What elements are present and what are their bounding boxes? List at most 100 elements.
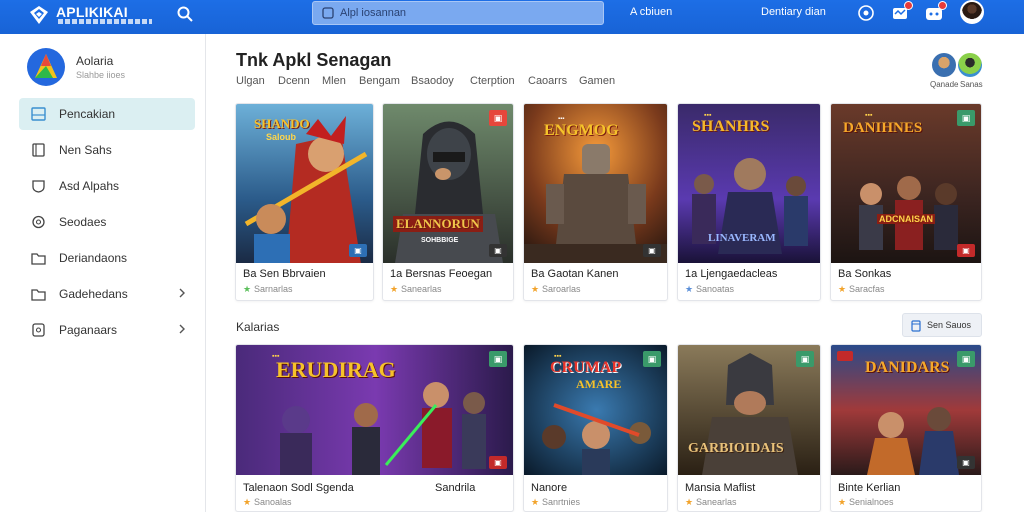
poster-badge-text	[837, 351, 853, 361]
platform-badge: ▣	[643, 351, 661, 367]
game-card[interactable]: DANIDARS ▣ ▣ Binte Kerlian ★ Senialnoes	[830, 344, 982, 512]
star-icon: ★	[685, 497, 694, 507]
gallery-icon	[32, 323, 45, 337]
sidebar-item-paganaars[interactable]: Paganaars	[19, 314, 195, 346]
game-subtitle: Sanoatas	[696, 284, 735, 294]
game-title: Talenaon Sodl Sgenda	[243, 482, 354, 494]
sidebar-item-seodaes[interactable]: Seodaes	[19, 206, 195, 238]
brand-logo[interactable]: APLIKIKAI	[26, 2, 152, 30]
help-icon[interactable]	[856, 3, 876, 23]
mini-avatar-caption: Sanas	[960, 80, 983, 89]
messages-icon[interactable]	[924, 1, 947, 23]
search-icon[interactable]	[176, 5, 194, 23]
tab-category-8[interactable]: Gamen	[579, 75, 615, 87]
platform-badge: ▣	[489, 244, 507, 257]
poster-badge-text: ▪▪▪	[865, 112, 873, 119]
game-subtitle: Sarnarlas	[254, 284, 293, 294]
star-icon: ★	[243, 497, 252, 507]
bookmark-icon	[32, 143, 45, 157]
game-title: Ba Sonkas	[838, 268, 892, 280]
tab-category-1[interactable]: Ulgan	[236, 75, 265, 87]
see-all-button[interactable]: Sen Sauos	[902, 313, 982, 337]
search-input[interactable]	[340, 4, 590, 22]
game-card[interactable]: SHANDO Saloub ▣ Ba Sen Bbrvaien ★ Sarnar…	[235, 103, 374, 301]
sidebar-item-asd-alpahs[interactable]: Asd Alpahs	[19, 170, 195, 202]
star-icon: ★	[243, 284, 252, 294]
sidebar-item-gadehedans[interactable]: Gadehedans	[19, 278, 195, 310]
app-subtitle: Slahbe iioes	[76, 70, 126, 80]
poster-title: DANIHNES	[843, 120, 923, 136]
mini-avatar-1[interactable]	[932, 53, 956, 77]
tab-category-4[interactable]: Bengam	[359, 75, 400, 87]
game-card[interactable]: ▣ ELANNORUN SOHBBIGE ▣ 1a Bersnas Feoega…	[382, 103, 514, 301]
app-title: Aolaria	[76, 54, 114, 68]
poster-title: ERUDIRAG	[276, 357, 396, 382]
user-avatar[interactable]	[960, 0, 984, 24]
poster-title: DANIDARS	[865, 359, 950, 376]
star-icon: ★	[838, 284, 847, 294]
game-poster: ▣ ▪▪▪ DANIHNES ADCNAISAN ▣	[831, 104, 981, 263]
brand-name: APLIKIKAI	[56, 4, 128, 20]
top-link-2[interactable]: Dentiary dian	[761, 6, 826, 18]
tab-category-5[interactable]: Bsaodoy	[411, 75, 454, 87]
star-icon: ★	[838, 497, 847, 507]
poster-subtitle: SOHBBIGE	[421, 237, 459, 244]
platform-badge: ▣	[796, 351, 814, 367]
game-card[interactable]: ▪▪▪ ERUDIRAG ▣ ▣ Talenaon Sodl Sgenda Sa…	[235, 344, 514, 512]
game-poster: ▣ GARBIOIDAIS	[678, 345, 820, 475]
game-title: 1a Ljengaedacleas	[685, 268, 778, 280]
game-subtitle: Sanoalas	[254, 497, 292, 507]
top-bar: APLIKIKAI A cbiuen Dentiary dian	[0, 0, 1024, 34]
tab-category-2[interactable]: Dcenn	[278, 75, 310, 87]
game-poster: ▪▪▪ CRUMAP AMARE ▣	[524, 345, 667, 475]
platform-badge: ▣	[957, 244, 975, 257]
folder-icon	[31, 253, 46, 265]
star-icon: ★	[390, 284, 399, 294]
page-title: Tnk Apkl Senagan	[236, 50, 392, 70]
top-link-1[interactable]: A cbiuen	[630, 6, 672, 18]
game-poster: ▪▪▪ ERUDIRAG ▣ ▣	[236, 345, 513, 475]
section-title: Kalarias	[236, 320, 280, 334]
game-subtitle: Saracfas	[849, 284, 885, 294]
game-title: Ba Gaotan Kanen	[531, 268, 619, 280]
folder-icon	[31, 289, 46, 301]
platform-badge: ▣	[643, 244, 661, 257]
mini-avatar-2[interactable]	[958, 53, 982, 77]
game-card[interactable]: ▣ GARBIOIDAIS Mansia Maflist ★ Sanearlas	[677, 344, 821, 512]
brand-tagline	[58, 19, 152, 24]
notifications-icon[interactable]	[890, 1, 913, 23]
game-title: Binte Kerlian	[838, 482, 901, 494]
sidebar-item-pencakian[interactable]: Pencakian	[19, 98, 195, 130]
tab-category-7[interactable]: Caoarrs	[528, 75, 567, 87]
game-subtitle: Sanearlas	[696, 497, 737, 507]
platform-badge: ▣	[349, 244, 367, 257]
game-subtitle: Sanrtnies	[542, 497, 581, 507]
sidebar-item-label: Gadehedans	[59, 287, 128, 301]
inbox-icon	[31, 107, 46, 121]
platform-badge: ▣	[489, 456, 507, 469]
game-card[interactable]: ▣ ▪▪▪ DANIHNES ADCNAISAN ▣ Ba Sonkas ★ S…	[830, 103, 982, 301]
game-title: 1a Bersnas Feoegan	[390, 268, 493, 280]
game-card[interactable]: ▪▪▪ CRUMAP AMARE ▣ Nanore ★ Sanrtnies	[523, 344, 668, 512]
sidebar-item-deriandaons[interactable]: Deriandaons	[19, 242, 195, 274]
poster-title: ELANNORUN	[393, 216, 483, 232]
sidebar-item-label: Deriandaons	[59, 251, 128, 265]
game-title: Nanore	[531, 482, 568, 494]
game-poster: SHANDO Saloub ▣	[236, 104, 373, 263]
poster-title: SHANDO	[254, 116, 310, 131]
notification-badge	[904, 1, 913, 10]
poster-subtitle: AMARE	[576, 377, 622, 391]
search-field-icon	[322, 7, 334, 19]
star-icon: ★	[531, 284, 540, 294]
sidebar-item-nen-sahs[interactable]: Nen Sahs	[19, 134, 195, 166]
poster-subtitle: ADCNAISAN	[877, 214, 935, 224]
chevron-right-icon[interactable]	[177, 287, 187, 299]
chevron-right-icon[interactable]	[177, 323, 187, 335]
game-card[interactable]: ▪▪▪ ENGMOG ▣ Ba Gaotan Kanen ★ Saroarlas	[523, 103, 668, 301]
search-box	[312, 1, 604, 25]
tab-category-6[interactable]: Cterption	[470, 75, 515, 87]
tab-category-3[interactable]: Mlen	[322, 75, 346, 87]
game-card[interactable]: ▪▪▪ SHANHRS LINAVERAM 1a Ljengaedacleas …	[677, 103, 821, 301]
sidebar: Aolaria Slahbe iioes Pencakian Nen Sahs …	[0, 34, 206, 512]
sidebar-item-label: Seodaes	[59, 215, 107, 229]
